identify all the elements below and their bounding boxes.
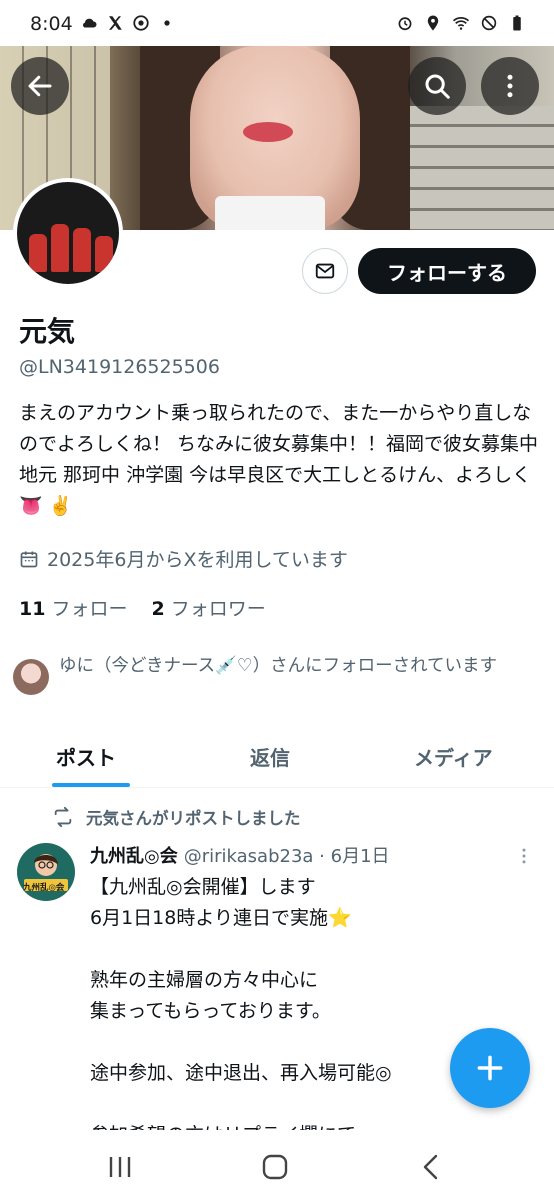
repost-label: 元気さんがリポストしました bbox=[86, 809, 301, 828]
post-author-name[interactable]: 九州乱◎会 bbox=[90, 846, 178, 867]
home-button[interactable] bbox=[261, 1154, 289, 1184]
post-header: 九州乱◎会 @ririkasab23a · 6月1日 bbox=[90, 842, 390, 868]
battery-icon bbox=[513, 15, 521, 31]
system-navigation-bar bbox=[0, 1130, 554, 1200]
banner-stairs bbox=[404, 106, 554, 230]
profile-handle: @LN3419126525506 bbox=[19, 356, 220, 378]
chevron-left-icon bbox=[423, 1154, 438, 1180]
profile-avatar[interactable] bbox=[13, 178, 123, 288]
avatar-figure bbox=[29, 234, 47, 272]
cloud-icon bbox=[83, 18, 97, 28]
post-more-button[interactable] bbox=[514, 846, 534, 870]
display-name: 元気 bbox=[19, 315, 76, 348]
profile-bio: まえのアカウント乗っ取られたので、また一からやり直しなのでよろしくね！ ちなみに… bbox=[19, 402, 539, 517]
status-time: 8:04 bbox=[30, 13, 73, 35]
recent-apps-button[interactable] bbox=[106, 1154, 134, 1184]
x-logo-icon bbox=[109, 16, 122, 30]
status-bar: 8:04 bbox=[0, 0, 554, 46]
dot-icon bbox=[164, 20, 170, 26]
profile-tabs: ポスト 返信 メディア bbox=[0, 730, 554, 788]
more-vertical-icon bbox=[522, 848, 526, 864]
home-icon bbox=[262, 1154, 288, 1180]
follow-button[interactable]: フォローする bbox=[358, 248, 536, 294]
active-tab-indicator bbox=[52, 783, 130, 787]
banner-lips bbox=[243, 122, 293, 142]
following-label: フォロー bbox=[51, 598, 128, 620]
tab-posts[interactable]: ポスト bbox=[56, 742, 116, 771]
followers-label: フォロワー bbox=[170, 598, 266, 620]
follower-avatar bbox=[13, 659, 49, 695]
tab-media[interactable]: メディア bbox=[414, 742, 493, 771]
location-icon bbox=[427, 15, 439, 31]
more-options-button[interactable] bbox=[481, 57, 539, 115]
calendar-icon bbox=[20, 551, 38, 567]
message-button[interactable] bbox=[302, 248, 348, 294]
search-button[interactable] bbox=[408, 57, 466, 115]
post-separator: · bbox=[319, 846, 325, 867]
followers-link[interactable]: 2 フォロワー bbox=[151, 594, 265, 621]
follow-stats: 11 フォロー 2 フォロワー bbox=[19, 594, 266, 621]
wifi-icon bbox=[452, 17, 470, 30]
envelope-icon bbox=[315, 263, 335, 279]
status-right-icons bbox=[396, 14, 526, 32]
compose-button[interactable] bbox=[450, 1028, 530, 1108]
do-not-disturb-icon bbox=[481, 15, 497, 31]
chrome-icon bbox=[133, 15, 149, 31]
post-author-avatar[interactable]: 九州乱◎会 bbox=[17, 843, 75, 901]
followed-by[interactable]: ゆに（今どきナース💉♡）さんにフォローされています bbox=[13, 653, 541, 695]
joined-text: 2025年6月からXを利用しています bbox=[47, 549, 348, 571]
plus-icon bbox=[477, 1055, 503, 1081]
avatar-figure bbox=[51, 224, 69, 272]
following-count: 11 bbox=[19, 598, 46, 620]
followers-count: 2 bbox=[151, 598, 165, 620]
arrow-left-icon bbox=[28, 75, 52, 97]
tab-replies[interactable]: 返信 bbox=[250, 742, 290, 771]
avatar-figure bbox=[95, 236, 113, 272]
repost-icon bbox=[54, 806, 72, 828]
search-icon bbox=[425, 74, 450, 99]
recent-apps-icon bbox=[109, 1157, 131, 1177]
status-left-icons bbox=[80, 14, 176, 32]
more-vertical-icon bbox=[507, 74, 513, 98]
alarm-icon bbox=[398, 17, 412, 31]
back-button[interactable] bbox=[11, 57, 69, 115]
followed-by-text: ゆに（今どきナース💉♡）さんにフォローされています bbox=[59, 656, 498, 676]
joined-date: 2025年6月からXを利用しています bbox=[19, 545, 348, 572]
back-nav-button[interactable] bbox=[418, 1154, 446, 1184]
post-date[interactable]: 6月1日 bbox=[331, 846, 390, 867]
post-author-handle[interactable]: @ririkasab23a bbox=[184, 846, 314, 867]
post-avatar-label: 九州乱◎会 bbox=[23, 883, 65, 893]
avatar-figure bbox=[73, 228, 91, 272]
banner-collar bbox=[215, 196, 325, 230]
following-link[interactable]: 11 フォロー bbox=[19, 594, 127, 621]
repost-indicator: 元気さんがリポストしました bbox=[52, 805, 301, 829]
